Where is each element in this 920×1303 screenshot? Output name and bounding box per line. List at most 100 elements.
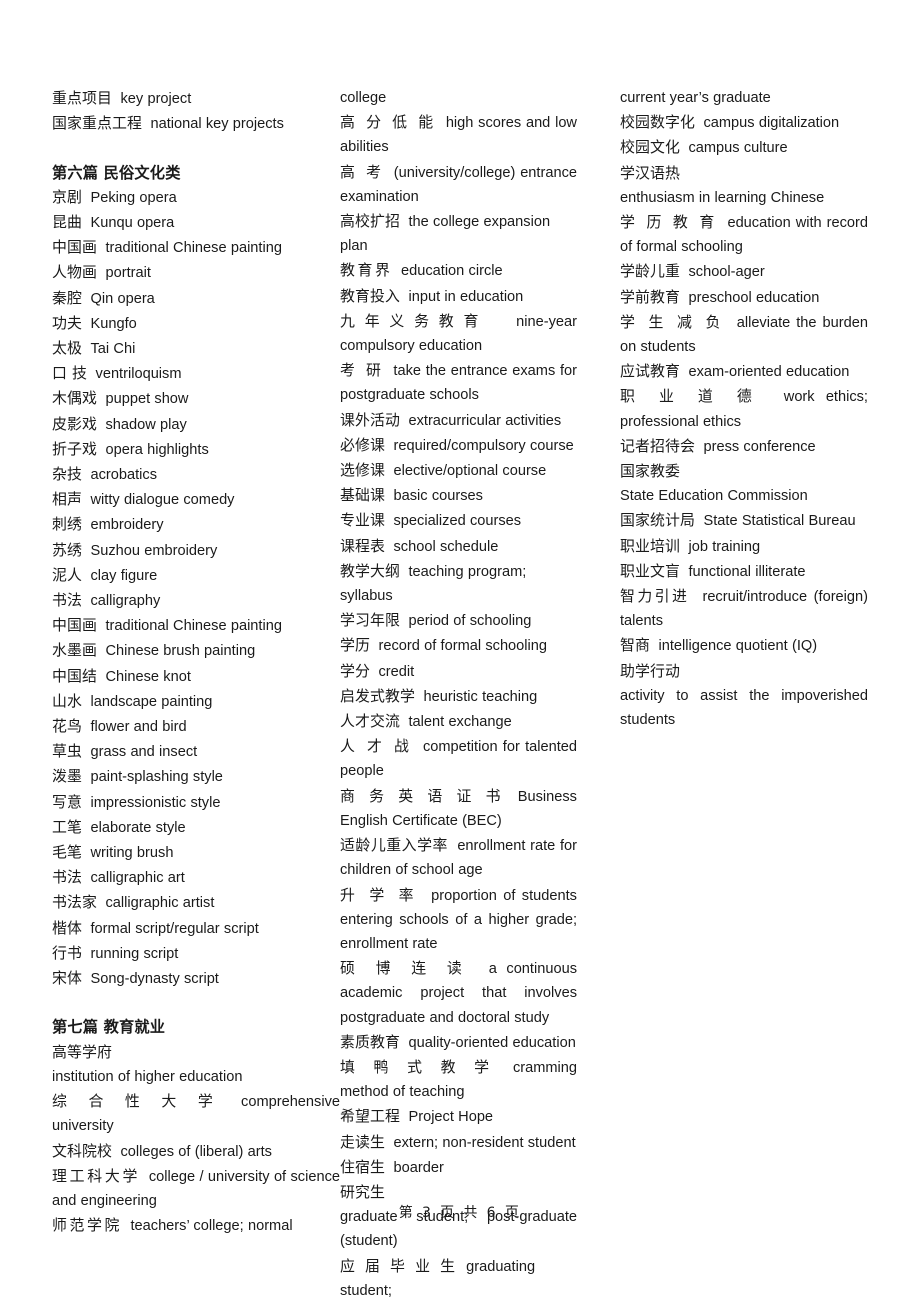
glossary-entry: 太极 Tai Chi bbox=[52, 336, 340, 361]
entry-term-zh: 木偶戏 bbox=[52, 389, 97, 408]
entry-definition-en: extracurricular activities bbox=[408, 412, 562, 429]
glossary-entry: 启发式教学 heuristic teaching bbox=[340, 684, 577, 709]
page-footer: 第 3 页 共 6 页 bbox=[398, 1205, 522, 1221]
glossary-entry: 人才交流 talent exchange bbox=[340, 709, 577, 734]
entry-term-zh: 宋体 bbox=[52, 969, 82, 988]
entry-term-zh: 职业文盲 bbox=[620, 561, 680, 580]
entry-definition-en: opera highlights bbox=[105, 441, 209, 458]
glossary-entry: 商 务 英 语 证 书 Business English Certificate… bbox=[340, 784, 577, 833]
entry-definition-en: heuristic teaching bbox=[423, 688, 538, 705]
entry-term-zh: 昆曲 bbox=[52, 213, 82, 231]
entry-definition-en: exam-oriented education bbox=[688, 364, 850, 381]
entry-term-zh: 考 研 bbox=[340, 361, 384, 380]
entry-term-zh: 学 历 教 育 bbox=[620, 213, 718, 232]
glossary-entry: 希望工程 Project Hope bbox=[340, 1104, 577, 1129]
entry-definition-en: activity to assist the impoverished stud… bbox=[620, 687, 868, 729]
entry-term-zh: 学历 bbox=[340, 636, 370, 655]
glossary-entry: 泼墨 paint-splashing style bbox=[52, 764, 340, 789]
entry-definition-en: running script bbox=[90, 945, 179, 962]
entry-definition-en: traditional Chinese painting bbox=[105, 240, 282, 257]
entry-definition-en: campus digitalization bbox=[703, 115, 840, 132]
entry-term-zh: 记者招待会 bbox=[620, 436, 695, 455]
entry-term-zh: 住宿生 bbox=[340, 1157, 385, 1176]
glossary-entry: 走读生 extern; non-resident student bbox=[340, 1130, 577, 1155]
entry-term-zh: 书法 bbox=[52, 591, 82, 610]
entry-definition-en: witty dialogue comedy bbox=[90, 492, 235, 509]
glossary-entry: 高校扩招 the college expansion plan bbox=[340, 209, 577, 258]
glossary-entry: 书法 calligraphic art bbox=[52, 865, 340, 890]
entry-definition-en: Suzhou embroidery bbox=[90, 542, 218, 559]
entry-term-zh: 太极 bbox=[52, 339, 82, 358]
entry-term-zh: 口 技 bbox=[52, 364, 88, 383]
entry-definition-en: impressionistic style bbox=[90, 794, 221, 811]
entry-definition-en: school schedule bbox=[393, 538, 499, 555]
entry-term-zh: 适龄儿重入学率 bbox=[340, 836, 448, 855]
glossary-entry: 高 考 (university/college) entrance examin… bbox=[340, 160, 577, 209]
entry-term-zh: 水墨画 bbox=[52, 641, 97, 660]
entry-term-zh: 高 分 低 能 bbox=[340, 113, 437, 132]
glossary-entry: 国家重点工程 national key projects bbox=[52, 111, 340, 136]
entry-term-zh: 人才交流 bbox=[340, 712, 400, 731]
entry-definition-en: colleges of (liberal) arts bbox=[120, 1143, 272, 1160]
entry-term-zh: 基础课 bbox=[340, 486, 385, 505]
entry-definition-en: talent exchange bbox=[408, 714, 512, 731]
entry-definition-en: grass and insect bbox=[90, 744, 198, 761]
entry-term-zh: 填 鸭 式 教 学 bbox=[340, 1057, 496, 1076]
glossary-entry: 考 研 take the entrance exams for postgrad… bbox=[340, 358, 577, 407]
glossary-entry: 杂技 acrobatics bbox=[52, 462, 340, 487]
entry-definition-en: basic courses bbox=[393, 488, 483, 505]
text-column-1: 重点项目 key project 国家重点工程 national key proj… bbox=[52, 86, 340, 1303]
entry-term-zh: 重点项目 bbox=[52, 89, 112, 107]
entry-definition-en: traditional Chinese painting bbox=[105, 618, 282, 635]
entry-definition-en: flower and bird bbox=[90, 719, 187, 736]
glossary-entry: 皮影戏 shadow play bbox=[52, 412, 340, 437]
entry-definition-en: clay figure bbox=[90, 567, 158, 584]
entry-term-zh: 学汉语热 bbox=[620, 163, 680, 182]
glossary-entry: 楷体 formal script/regular script bbox=[52, 916, 340, 941]
entry-definition-en: Kunqu opera bbox=[90, 215, 175, 231]
entry-term-zh: 硕 博 连 读 bbox=[340, 959, 470, 978]
glossary-entry: 重点项目 key project bbox=[52, 86, 340, 111]
glossary-entry: 记者招待会 press conference bbox=[620, 434, 868, 459]
entry-term-zh: 刺绣 bbox=[52, 515, 82, 534]
entry-definition-en: formal script/regular script bbox=[90, 920, 259, 937]
entry-term-zh: 折子戏 bbox=[52, 439, 97, 458]
glossary-entry: 素质教育 quality-oriented education bbox=[340, 1030, 577, 1055]
glossary-entry: 智商 intelligence quotient (IQ) bbox=[620, 633, 868, 658]
glossary-entry: 九年义务教育 nine-year compulsory education bbox=[340, 309, 577, 358]
glossary-entry: 住宿生 boarder bbox=[340, 1155, 577, 1180]
entry-term-zh: 泼墨 bbox=[52, 767, 82, 786]
text-column-2: college 高 分 低 能 high scores and low abili… bbox=[340, 86, 577, 1303]
entry-definition-en: education circle bbox=[401, 263, 503, 280]
entry-term-zh: 花鸟 bbox=[52, 717, 82, 736]
glossary-entry: 必修课 required/compulsory course bbox=[340, 433, 577, 458]
entry-term-zh: 京剧 bbox=[52, 187, 82, 206]
glossary-entry: 书法 calligraphy bbox=[52, 588, 340, 613]
entry-definition-en: Qin opera bbox=[90, 290, 155, 307]
entry-definition-en: job training bbox=[688, 538, 761, 555]
entry-definition-en: portrait bbox=[105, 265, 151, 282]
entry-term-zh: 高 考 bbox=[340, 162, 385, 181]
glossary-entry: 升 学 率 proportion of students entering sc… bbox=[340, 883, 577, 957]
glossary-entry: 学前教育 preschool education bbox=[620, 285, 868, 310]
entry-term-zh: 职业培训 bbox=[620, 536, 680, 555]
entry-term-zh: 相声 bbox=[52, 490, 82, 509]
entry-definition-en: key project bbox=[120, 91, 192, 107]
entry-term-zh: 素质教育 bbox=[340, 1032, 400, 1051]
entry-definition-en: extern; non-resident student bbox=[393, 1134, 576, 1151]
entry-definition-en: boarder bbox=[393, 1159, 444, 1176]
entry-term-zh: 中国画 bbox=[52, 238, 97, 257]
glossary-entry: 职 业 道 德 work ethics; professional ethics bbox=[620, 384, 868, 433]
entry-term-zh: 教育界 bbox=[340, 261, 393, 280]
glossary-entry: 山水 landscape painting bbox=[52, 689, 340, 714]
entry-term-zh: 职 业 道 德 bbox=[620, 387, 762, 406]
entry-term-zh: 校园文化 bbox=[620, 138, 680, 157]
entry-term-zh: 学习年限 bbox=[340, 611, 400, 630]
entry-definition-en: required/compulsory course bbox=[393, 437, 574, 454]
entry-term-zh: 课程表 bbox=[340, 536, 385, 555]
glossary-entry: 功夫 Kungfo bbox=[52, 311, 340, 336]
entry-term-zh: 秦腔 bbox=[52, 288, 82, 307]
glossary-entry: 高 分 低 能 high scores and low abilities bbox=[340, 110, 577, 159]
entry-term-zh: 理工科大学 bbox=[52, 1166, 141, 1185]
